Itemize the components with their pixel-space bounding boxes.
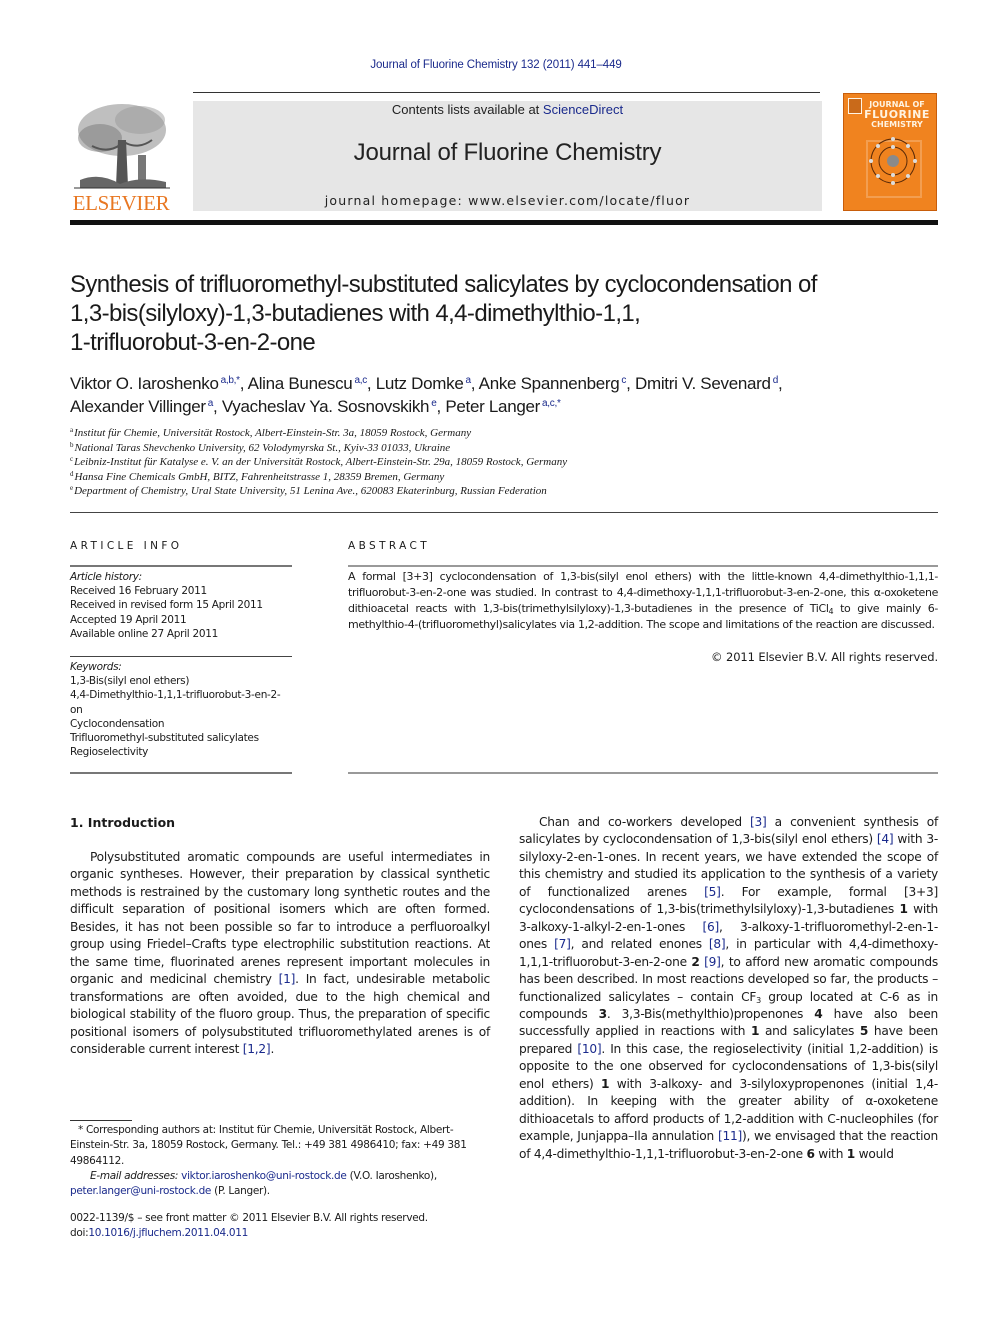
history-item: Accepted 19 April 2011 bbox=[70, 613, 187, 626]
affiliation: eDepartment of Chemistry, Ural State Uni… bbox=[70, 484, 547, 498]
issn-line: 0022-1139/$ – see front matter © 2011 El… bbox=[70, 1212, 428, 1224]
email-link[interactable]: viktor.iaroshenko@uni-rostock.de bbox=[181, 1170, 347, 1182]
doi-link[interactable]: 10.1016/j.jfluchem.2011.04.011 bbox=[88, 1227, 248, 1239]
elsevier-wordmark: ELSEVIER bbox=[72, 191, 170, 215]
author: Dmitri V. Sevenard d, bbox=[634, 374, 783, 393]
keyword: Cyclocondensation bbox=[70, 717, 165, 730]
author: Alina Bunescu a,c, bbox=[247, 374, 376, 393]
article-info-rule bbox=[70, 565, 292, 567]
reference-link[interactable]: [8] bbox=[709, 937, 726, 951]
reference-link[interactable]: [9] bbox=[704, 955, 721, 969]
compound-number: 3 bbox=[598, 1006, 607, 1021]
section-heading-introduction: 1. Introduction bbox=[70, 815, 176, 830]
homepage-link[interactable]: www.elsevier.com/locate/fluor bbox=[468, 193, 690, 208]
journal-banner: Contents lists available at ScienceDirec… bbox=[193, 101, 822, 211]
elsevier-badge-icon bbox=[848, 98, 862, 114]
article-history: Article history: Received 16 February 20… bbox=[70, 570, 295, 641]
affiliation: dHansa Fine Chemicals GmbH, BITZ, Fahren… bbox=[70, 469, 445, 483]
header-rule bbox=[193, 92, 820, 93]
journal-citation[interactable]: Journal of Fluorine Chemistry 132 (2011)… bbox=[0, 59, 992, 71]
journal-name: Journal of Fluorine Chemistry bbox=[353, 139, 662, 166]
cover-title: JOURNAL OF FLUORINE CHEMISTRY bbox=[864, 100, 930, 129]
compound-number: 1 bbox=[846, 1146, 856, 1161]
copyright-notice: © 2011 Elsevier B.V. All rights reserved… bbox=[711, 650, 938, 664]
front-matter: 0022-1139/$ – see front matter © 2011 El… bbox=[70, 1211, 490, 1241]
affiliation-marker[interactable]: a,b,* bbox=[221, 375, 240, 386]
keyword: 1,3-Bis(silyl enol ethers) bbox=[70, 675, 190, 688]
reference-link[interactable]: [3] bbox=[750, 815, 767, 829]
compound-number: 5 bbox=[859, 1024, 869, 1039]
affiliations: aInstitut für Chemie, Universität Rostoc… bbox=[70, 426, 770, 499]
journal-homepage: journal homepage: www.elsevier.com/locat… bbox=[324, 193, 691, 208]
reference-link[interactable]: [1] bbox=[279, 972, 296, 986]
affiliation-marker[interactable]: a,c,* bbox=[542, 398, 561, 409]
compound-number: 1 bbox=[899, 902, 908, 917]
compound-number: 4 bbox=[814, 1006, 823, 1021]
affiliation: bNational Taras Shevchenko University, 6… bbox=[70, 440, 451, 454]
reference-link[interactable]: [5] bbox=[704, 885, 721, 899]
history-item: Received 16 February 2011 bbox=[70, 585, 207, 598]
author: Lutz Domke a, bbox=[375, 374, 479, 393]
doi-line: doi:10.1016/j.jfluchem.2011.04.011 bbox=[70, 1227, 249, 1239]
author: Peter Langer a,c,* bbox=[445, 397, 561, 416]
sciencedirect-link[interactable]: ScienceDirect bbox=[543, 102, 623, 117]
abstract-text: A formal [3+3] cyclocondensation of 1,3-… bbox=[348, 570, 938, 631]
keywords: Keywords: 1,3-Bis(silyl enol ethers) 4,4… bbox=[70, 660, 295, 759]
journal-cover-image: JOURNAL OF FLUORINE CHEMISTRY bbox=[843, 93, 937, 211]
keyword: Trifluoromethyl-substituted salicylates bbox=[70, 732, 259, 745]
compound-number: 1 bbox=[750, 1024, 760, 1039]
email-link[interactable]: peter.langer@uni-rostock.de bbox=[70, 1185, 211, 1197]
reference-link[interactable]: [1,2] bbox=[243, 1042, 271, 1056]
corresponding-author-note: * Corresponding authors at: Institut für… bbox=[70, 1124, 467, 1167]
abstract-label: ABSTRACT bbox=[348, 540, 431, 552]
article-info-rule bbox=[70, 772, 292, 774]
author: Alexander Villinger a, bbox=[70, 397, 222, 416]
keyword: Regioselectivity bbox=[70, 746, 149, 759]
contents-line: Contents lists available at ScienceDirec… bbox=[391, 102, 624, 117]
header-divider bbox=[70, 220, 938, 225]
author: Anke Spannenberg c, bbox=[478, 374, 635, 393]
author: Viktor O. Iaroshenko a,b,*, bbox=[70, 374, 248, 393]
reference-link[interactable]: [7] bbox=[554, 937, 571, 951]
affiliation: aInstitut für Chemie, Universität Rostoc… bbox=[70, 426, 472, 440]
affiliation-marker[interactable]: a,c bbox=[354, 375, 367, 386]
history-item: Available online 27 April 2011 bbox=[70, 627, 218, 640]
reference-link[interactable]: [10] bbox=[577, 1042, 601, 1056]
body-column-left: Polysubstituted aromatic compounds are u… bbox=[70, 850, 491, 1056]
compound-number: 6 bbox=[806, 1146, 815, 1161]
atom-icon bbox=[869, 137, 917, 185]
keyword: 4,4-Dimethylthio-1,1,1-trifluorobut-3-en… bbox=[70, 689, 281, 716]
history-item: Received in revised form 15 April 2011 bbox=[70, 599, 263, 612]
reference-link[interactable]: [11] bbox=[718, 1129, 742, 1143]
reference-link[interactable]: [4] bbox=[877, 832, 894, 846]
compound-number: 2 bbox=[691, 954, 700, 969]
article-info-rule bbox=[70, 656, 292, 657]
author-list: Viktor O. Iaroshenko a,b,*, Alina Bunescu… bbox=[70, 372, 950, 418]
body-column-right: Chan and co-workers developed [3] a conv… bbox=[519, 815, 939, 1161]
article-title: Synthesis of trifluoromethyl-substituted… bbox=[70, 271, 817, 356]
reference-link[interactable]: [6] bbox=[703, 920, 720, 934]
footnote-rule bbox=[70, 1120, 132, 1121]
author: Vyacheslav Ya. Sosnovskikh e, bbox=[221, 397, 446, 416]
footnotes: * Corresponding authors at: Institut für… bbox=[70, 1123, 490, 1199]
affiliation: cLeibniz-Institut für Katalyse e. V. an … bbox=[70, 455, 568, 469]
section-divider bbox=[70, 512, 938, 513]
article-info-label: ARTICLE INFO bbox=[70, 540, 183, 552]
abstract-rule bbox=[348, 772, 938, 774]
abstract-rule bbox=[348, 565, 938, 567]
email-note: E-mail addresses: viktor.iaroshenko@uni-… bbox=[70, 1169, 437, 1198]
